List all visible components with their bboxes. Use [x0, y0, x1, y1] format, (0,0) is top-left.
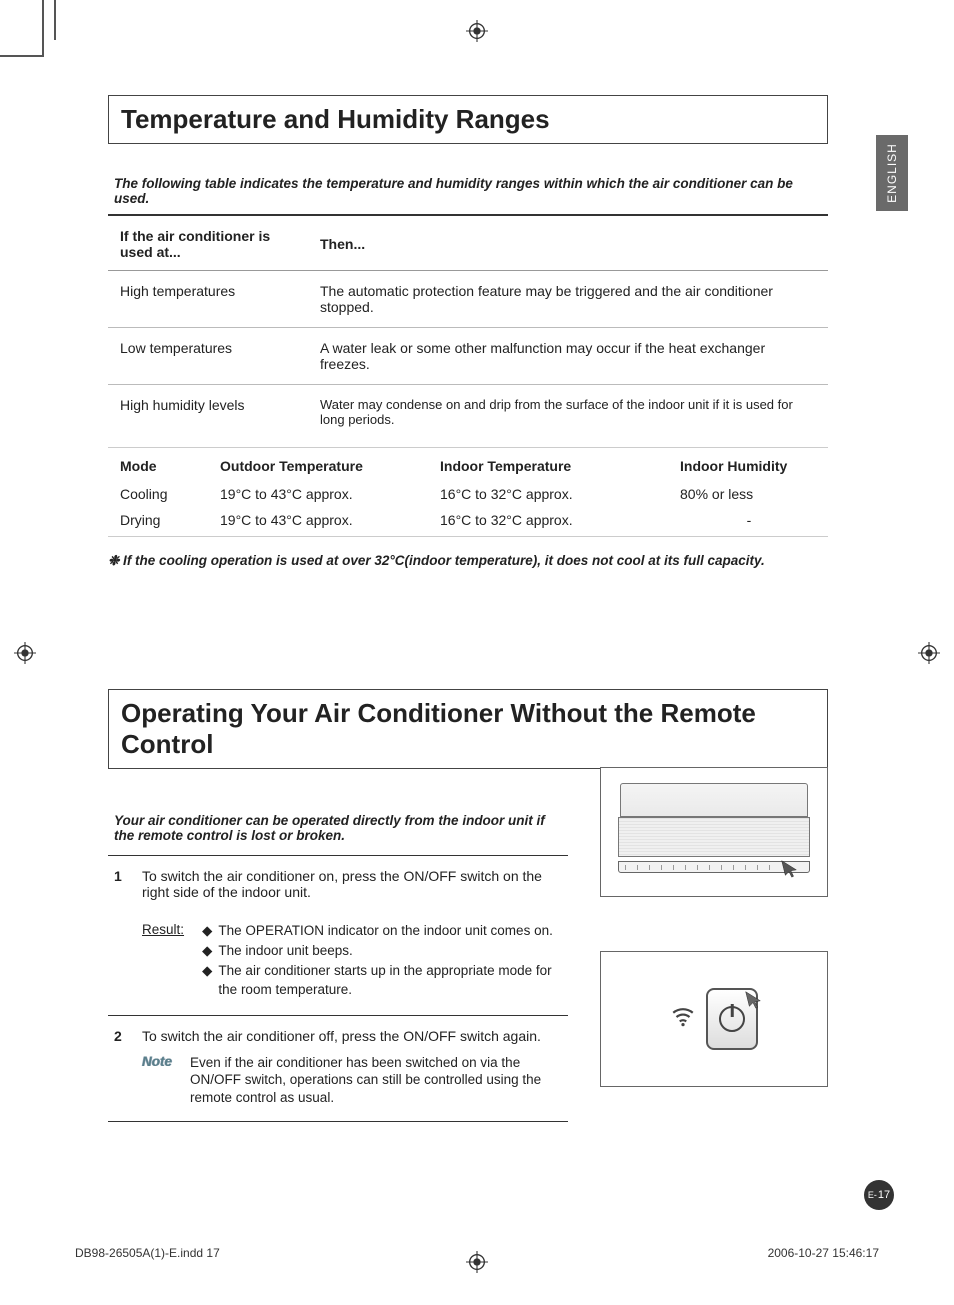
ranges-table: Mode Outdoor Temperature Indoor Temperat…: [108, 447, 828, 537]
section2-intro: Your air conditioner can be operated dir…: [108, 813, 548, 855]
result-bullets: ◆ The OPERATION indicator on the indoor u…: [202, 922, 562, 1001]
table1-r0-c2: The automatic protection feature may be …: [308, 271, 828, 328]
bullet-text: The indoor unit beeps.: [218, 942, 352, 960]
steps-list: 1 To switch the air conditioner on, pres…: [108, 855, 568, 1122]
ac-unit-illustration: [614, 777, 814, 887]
table2-r1-outdoor: 19°C to 43°C approx.: [208, 508, 428, 537]
figure-power-button: [600, 951, 828, 1087]
diamond-bullet-icon: ◆: [202, 962, 212, 998]
table-row: Drying 19°C to 43°C approx. 16°C to 32°C…: [108, 508, 828, 537]
crop-mark: [0, 55, 44, 57]
table2-r0-indoor: 16°C to 32°C approx.: [428, 482, 668, 508]
page-content: Temperature and Humidity Ranges The foll…: [108, 95, 828, 1122]
table1-header-col1: If the air conditioner is used at...: [108, 216, 308, 271]
table2-r1-indoor: 16°C to 32°C approx.: [428, 508, 668, 537]
bullet-text: The air conditioner starts up in the app…: [218, 962, 562, 998]
bullet-text: The OPERATION indicator on the indoor un…: [218, 922, 552, 940]
crop-mark: [54, 0, 56, 40]
table1-r2-c1: High humidity levels: [108, 385, 308, 440]
table1-r0-c1: High temperatures: [108, 271, 308, 328]
table-row: High temperatures The automatic protecti…: [108, 271, 828, 328]
table2-r0-outdoor: 19°C to 43°C approx.: [208, 482, 428, 508]
language-tab: ENGLISH: [876, 135, 908, 211]
language-tab-label: ENGLISH: [885, 143, 899, 203]
table2-header-humidity: Indoor Humidity: [668, 448, 828, 483]
footer: DB98-26505A(1)-E.indd 17 2006-10-27 15:4…: [75, 1246, 879, 1260]
table1-header-col2: Then...: [308, 216, 828, 271]
footer-left: DB98-26505A(1)-E.indd 17: [75, 1246, 220, 1260]
step-text: To switch the air conditioner off, press…: [142, 1028, 562, 1044]
step-number: 2: [114, 1028, 128, 1107]
step-item: 2 To switch the air conditioner off, pre…: [108, 1016, 568, 1122]
step-item: 1 To switch the air conditioner on, pres…: [108, 856, 568, 1016]
diamond-bullet-icon: ◆: [202, 942, 212, 960]
pointer-arrow-icon: [742, 988, 764, 1015]
table2-header-mode: Mode: [108, 448, 208, 483]
table2-r0-humidity: 80% or less: [668, 482, 828, 508]
table1-r1-c1: Low temperatures: [108, 328, 308, 385]
section2-title: Operating Your Air Conditioner Without t…: [121, 698, 815, 760]
table2-header-outdoor: Outdoor Temperature: [208, 448, 428, 483]
table-row: Cooling 19°C to 43°C approx. 16°C to 32°…: [108, 482, 828, 508]
page-number-badge: E-17: [864, 1180, 894, 1210]
table2-r1-mode: Drying: [108, 508, 208, 537]
registration-mark-icon: [466, 20, 488, 42]
step-text: To switch the air conditioner on, press …: [142, 868, 562, 900]
signal-icon: [670, 1003, 696, 1035]
page-number: 17: [878, 1189, 890, 1201]
table2-header-indoor: Indoor Temperature: [428, 448, 668, 483]
registration-mark-icon: [918, 642, 940, 664]
footer-right: 2006-10-27 15:46:17: [768, 1246, 879, 1260]
section-title-box: Temperature and Humidity Ranges: [108, 95, 828, 144]
page-number-prefix: E-: [868, 1190, 877, 1200]
section1-intro: The following table indicates the temper…: [108, 176, 828, 216]
table1-r1-c2: A water leak or some other malfunction m…: [308, 328, 828, 385]
power-button-illustration: [706, 988, 758, 1050]
section-title-box: Operating Your Air Conditioner Without t…: [108, 689, 828, 769]
pointer-arrow-icon: [778, 857, 800, 879]
table-row: Low temperatures A water leak or some ot…: [108, 328, 828, 385]
registration-mark-icon: [14, 642, 36, 664]
section1-title: Temperature and Humidity Ranges: [121, 104, 815, 135]
note-label: Note: [142, 1054, 178, 1107]
note-text: Even if the air conditioner has been swi…: [190, 1054, 562, 1107]
table2-r0-mode: Cooling: [108, 482, 208, 508]
table2-r1-humidity: -: [668, 508, 828, 537]
result-label: Result:: [142, 922, 184, 1001]
conditions-table: If the air conditioner is used at... The…: [108, 216, 828, 439]
table1-r2-c2: Water may condense on and drip from the …: [308, 385, 828, 440]
crop-mark: [42, 0, 44, 55]
figure-ac-unit: [600, 767, 828, 897]
table-row: High humidity levels Water may condense …: [108, 385, 828, 440]
section1-footnote: ❉ If the cooling operation is used at ov…: [108, 547, 828, 569]
step-number: 1: [114, 868, 128, 1001]
diamond-bullet-icon: ◆: [202, 922, 212, 940]
